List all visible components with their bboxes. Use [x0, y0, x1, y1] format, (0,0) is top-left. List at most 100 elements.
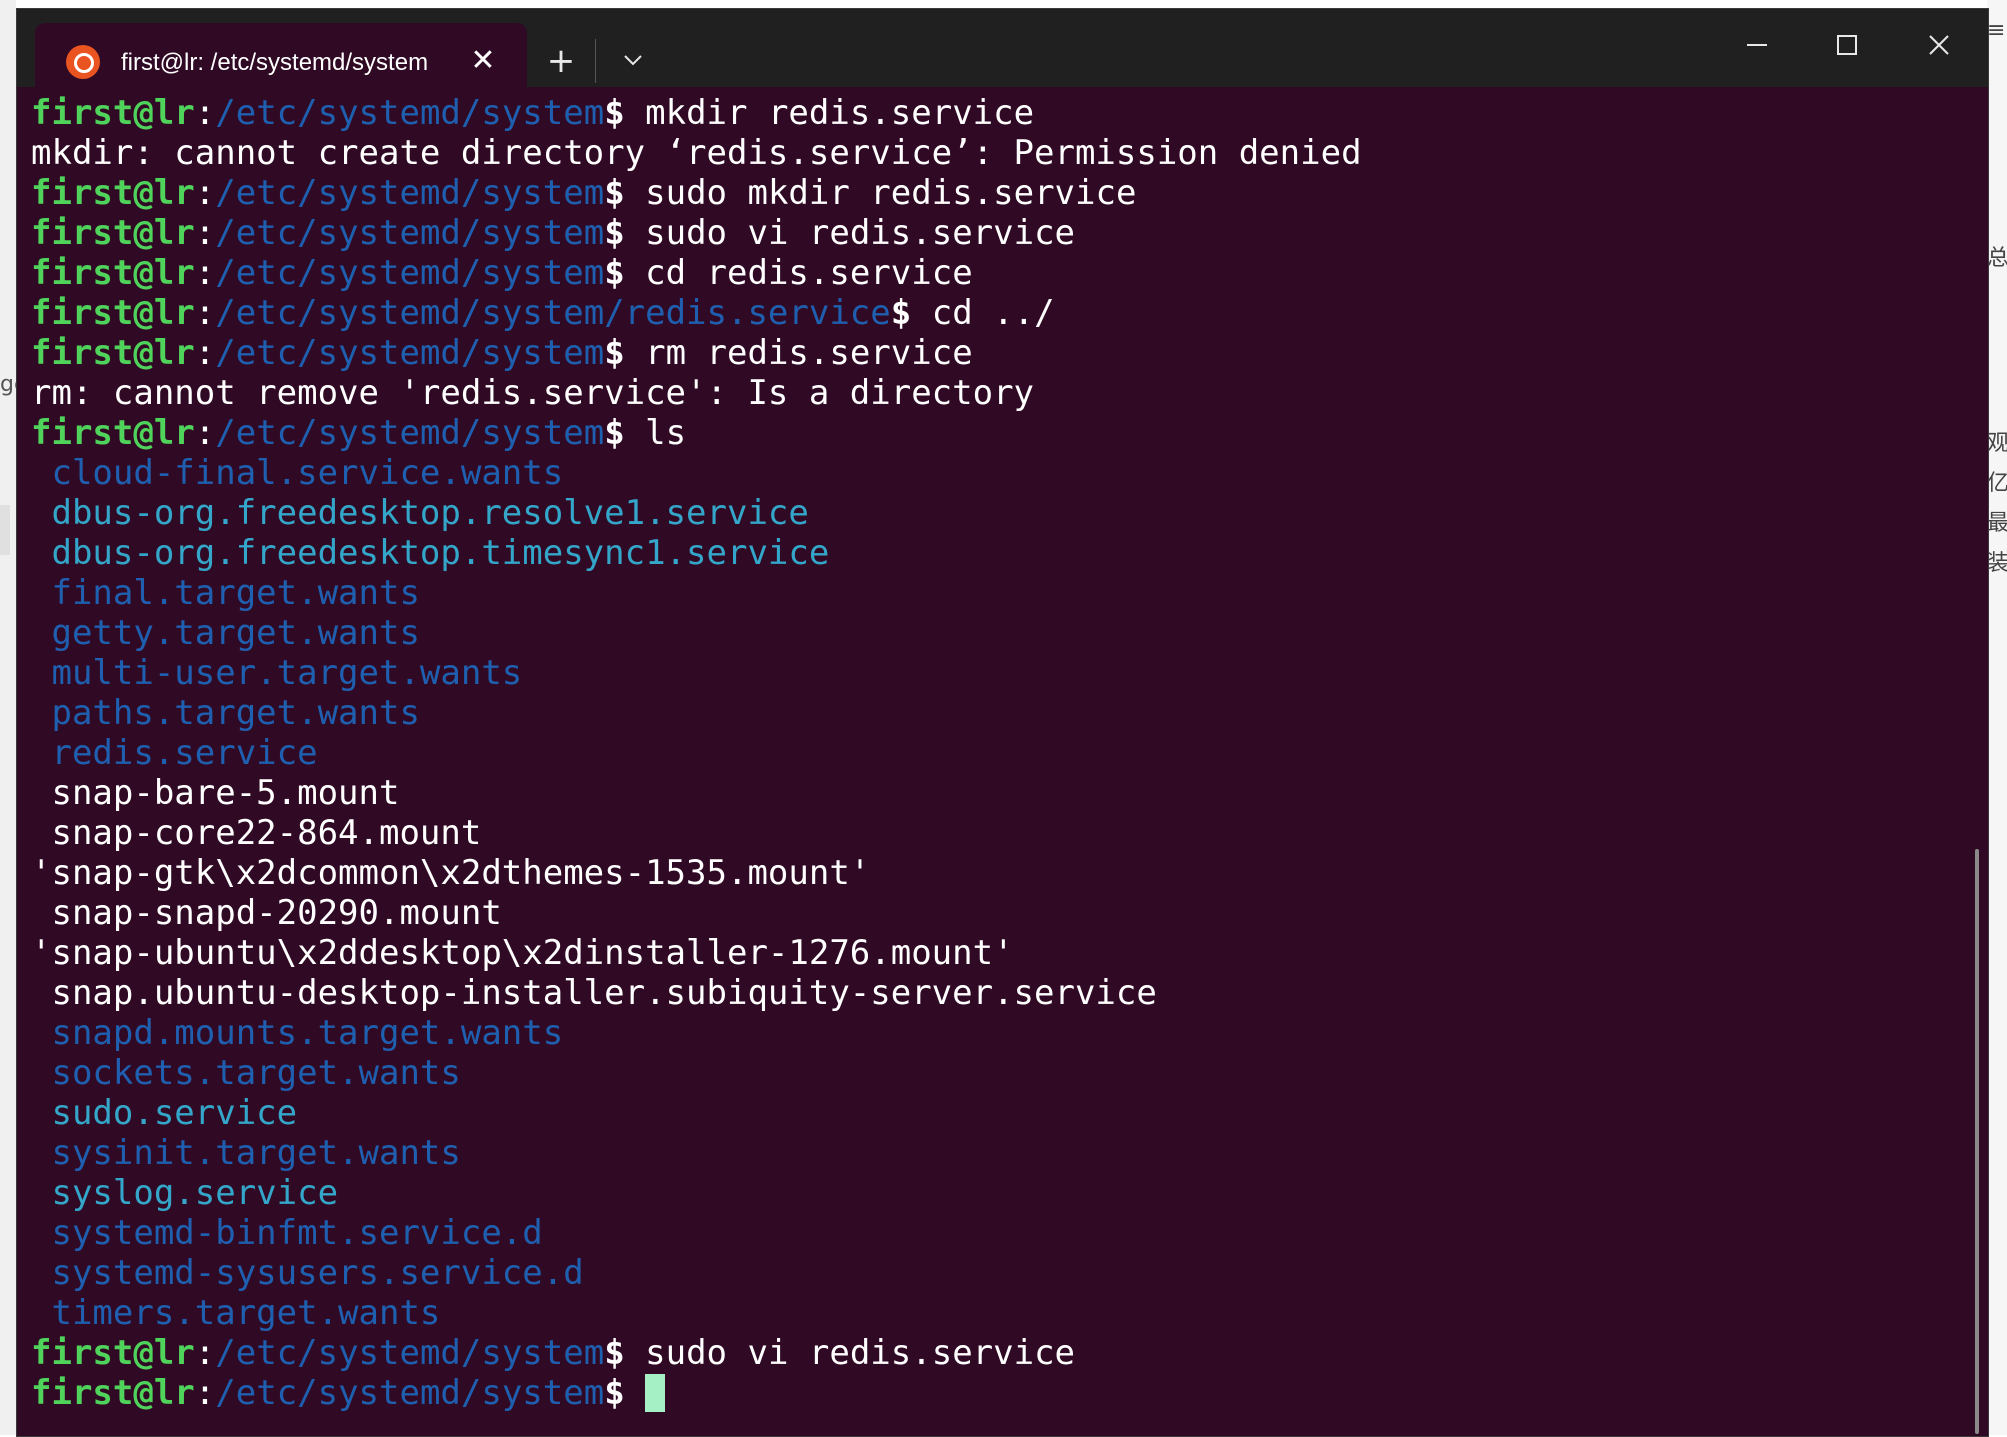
file-name: redis.service	[31, 733, 318, 773]
scrollbar[interactable]	[1975, 849, 1979, 1434]
background-text: 装	[1987, 551, 2007, 576]
list-item: paths.target.wants	[31, 693, 1961, 733]
new-tab-button[interactable]: +	[539, 39, 583, 83]
prompt-user: first@lr	[31, 213, 195, 253]
prompt-line: first@lr:/etc/systemd/system$ sudo vi re…	[31, 213, 1961, 253]
prompt-dollar: $	[604, 173, 625, 213]
tab-dropdown-button[interactable]	[611, 39, 655, 83]
terminal-output[interactable]: first@lr:/etc/systemd/system$ mkdir redi…	[31, 93, 1961, 1433]
chevron-down-icon	[624, 55, 642, 66]
desktop-background-right: ≡ 总观亿最装	[1987, 0, 2007, 1435]
output-line: rm: cannot remove 'redis.service': Is a …	[31, 373, 1961, 413]
file-name: 'snap-ubuntu\x2ddesktop\x2dinstaller-127…	[31, 933, 1014, 973]
file-name: multi-user.target.wants	[31, 653, 523, 693]
file-name: final.target.wants	[31, 573, 420, 613]
prompt-dollar: $	[604, 1373, 625, 1413]
file-name: snap.ubuntu-desktop-installer.subiquity-…	[31, 973, 1157, 1013]
list-item: syslog.service	[31, 1173, 1961, 1213]
prompt-path: /etc/systemd/system	[215, 253, 605, 293]
prompt-user: first@lr	[31, 1333, 195, 1373]
prompt-dollar: $	[604, 1333, 625, 1373]
file-name: sockets.target.wants	[31, 1053, 461, 1093]
command-text: cd redis.service	[624, 253, 973, 293]
list-item: dbus-org.freedesktop.resolve1.service	[31, 493, 1961, 533]
prompt-user: first@lr	[31, 253, 195, 293]
prompt-colon: :	[194, 1373, 216, 1413]
prompt-path: /etc/systemd/system/redis.service	[215, 293, 891, 333]
prompt-user: first@lr	[31, 333, 195, 373]
list-item: snap-snapd-20290.mount	[31, 893, 1961, 933]
close-tab-button[interactable]: ✕	[465, 43, 501, 79]
list-item: 'snap-ubuntu\x2ddesktop\x2dinstaller-127…	[31, 933, 1961, 973]
list-item: redis.service	[31, 733, 1961, 773]
prompt-colon: :	[194, 253, 216, 293]
minimize-button[interactable]	[1723, 23, 1793, 67]
tab-separator	[595, 39, 596, 83]
list-item: systemd-sysusers.service.d	[31, 1253, 1961, 1293]
list-item: final.target.wants	[31, 573, 1961, 613]
list-item: sysinit.target.wants	[31, 1133, 1961, 1173]
list-item: sockets.target.wants	[31, 1053, 1961, 1093]
output-line: mkdir: cannot create directory ‘redis.se…	[31, 133, 1961, 173]
tab-title: first@lr: /etc/systemd/system	[121, 49, 429, 76]
prompt-line: first@lr:/etc/systemd/system$ cd redis.s…	[31, 253, 1961, 293]
prompt-user: first@lr	[31, 1373, 195, 1413]
command-text: sudo vi redis.service	[624, 1333, 1076, 1373]
prompt-path: /etc/systemd/system	[215, 1333, 605, 1373]
prompt-colon: :	[194, 93, 216, 133]
prompt-path: /etc/systemd/system	[215, 333, 605, 373]
close-window-button[interactable]	[1905, 23, 1975, 67]
file-name: snap-core22-864.mount	[31, 813, 482, 853]
prompt-line: first@lr:/etc/systemd/system$ mkdir redi…	[31, 93, 1961, 133]
prompt-user: first@lr	[31, 413, 195, 453]
file-name: sysinit.target.wants	[31, 1133, 461, 1173]
file-name: dbus-org.freedesktop.timesync1.service	[31, 533, 830, 573]
list-item: cloud-final.service.wants	[31, 453, 1961, 493]
prompt-user: first@lr	[31, 93, 195, 133]
file-name: systemd-sysusers.service.d	[31, 1253, 584, 1293]
list-item: multi-user.target.wants	[31, 653, 1961, 693]
list-item: snap-core22-864.mount	[31, 813, 1961, 853]
prompt-dollar: $	[604, 253, 625, 293]
maximize-button[interactable]	[1813, 23, 1883, 67]
list-item: snap.ubuntu-desktop-installer.subiquity-…	[31, 973, 1961, 1013]
command-text: mkdir redis.service	[624, 93, 1035, 133]
file-name: snapd.mounts.target.wants	[31, 1013, 564, 1053]
file-name: timers.target.wants	[31, 1293, 441, 1333]
text-cursor[interactable]	[645, 1374, 666, 1412]
background-text: ≡	[1987, 18, 2006, 43]
prompt-path: /etc/systemd/system	[215, 1373, 605, 1413]
background-text: 总	[1987, 246, 2007, 271]
file-name: systemd-binfmt.service.d	[31, 1213, 543, 1253]
prompt-line: first@lr:/etc/systemd/system$ sudo mkdir…	[31, 173, 1961, 213]
prompt-line: first@lr:/etc/systemd/system/redis.servi…	[31, 293, 1961, 333]
background-text: 最	[1987, 511, 2007, 536]
list-item: snap-bare-5.mount	[31, 773, 1961, 813]
background-bar	[0, 505, 10, 555]
prompt-colon: :	[194, 1333, 216, 1373]
list-item: getty.target.wants	[31, 613, 1961, 653]
prompt-colon: :	[194, 333, 216, 373]
output-text: mkdir: cannot create directory ‘redis.se…	[31, 133, 1362, 173]
prompt-dollar: $	[604, 413, 625, 453]
prompt-dollar: $	[604, 93, 625, 133]
prompt-user: first@lr	[31, 293, 195, 333]
file-name: dbus-org.freedesktop.resolve1.service	[31, 493, 809, 533]
ubuntu-logo-icon	[66, 45, 100, 79]
command-text: sudo vi redis.service	[624, 213, 1076, 253]
list-item: timers.target.wants	[31, 1293, 1961, 1333]
list-item: dbus-org.freedesktop.timesync1.service	[31, 533, 1961, 573]
prompt-line: first@lr:/etc/systemd/system$ ls	[31, 413, 1961, 453]
file-name: 'snap-gtk\x2dcommon\x2dthemes-1535.mount…	[31, 853, 871, 893]
prompt-line: first@lr:/etc/systemd/system$	[31, 1373, 1961, 1413]
prompt-dollar: $	[890, 293, 912, 333]
background-text: 观	[1987, 431, 2007, 456]
tab-active[interactable]: first@lr: /etc/systemd/system ✕	[35, 23, 527, 87]
file-name: getty.target.wants	[31, 613, 420, 653]
file-name: snap-bare-5.mount	[31, 773, 400, 813]
close-icon	[1929, 35, 1949, 55]
terminal-window: first@lr: /etc/systemd/system ✕ + first@…	[16, 8, 1989, 1437]
file-name: paths.target.wants	[31, 693, 420, 733]
prompt-colon: :	[194, 413, 216, 453]
file-name: snap-snapd-20290.mount	[31, 893, 502, 933]
